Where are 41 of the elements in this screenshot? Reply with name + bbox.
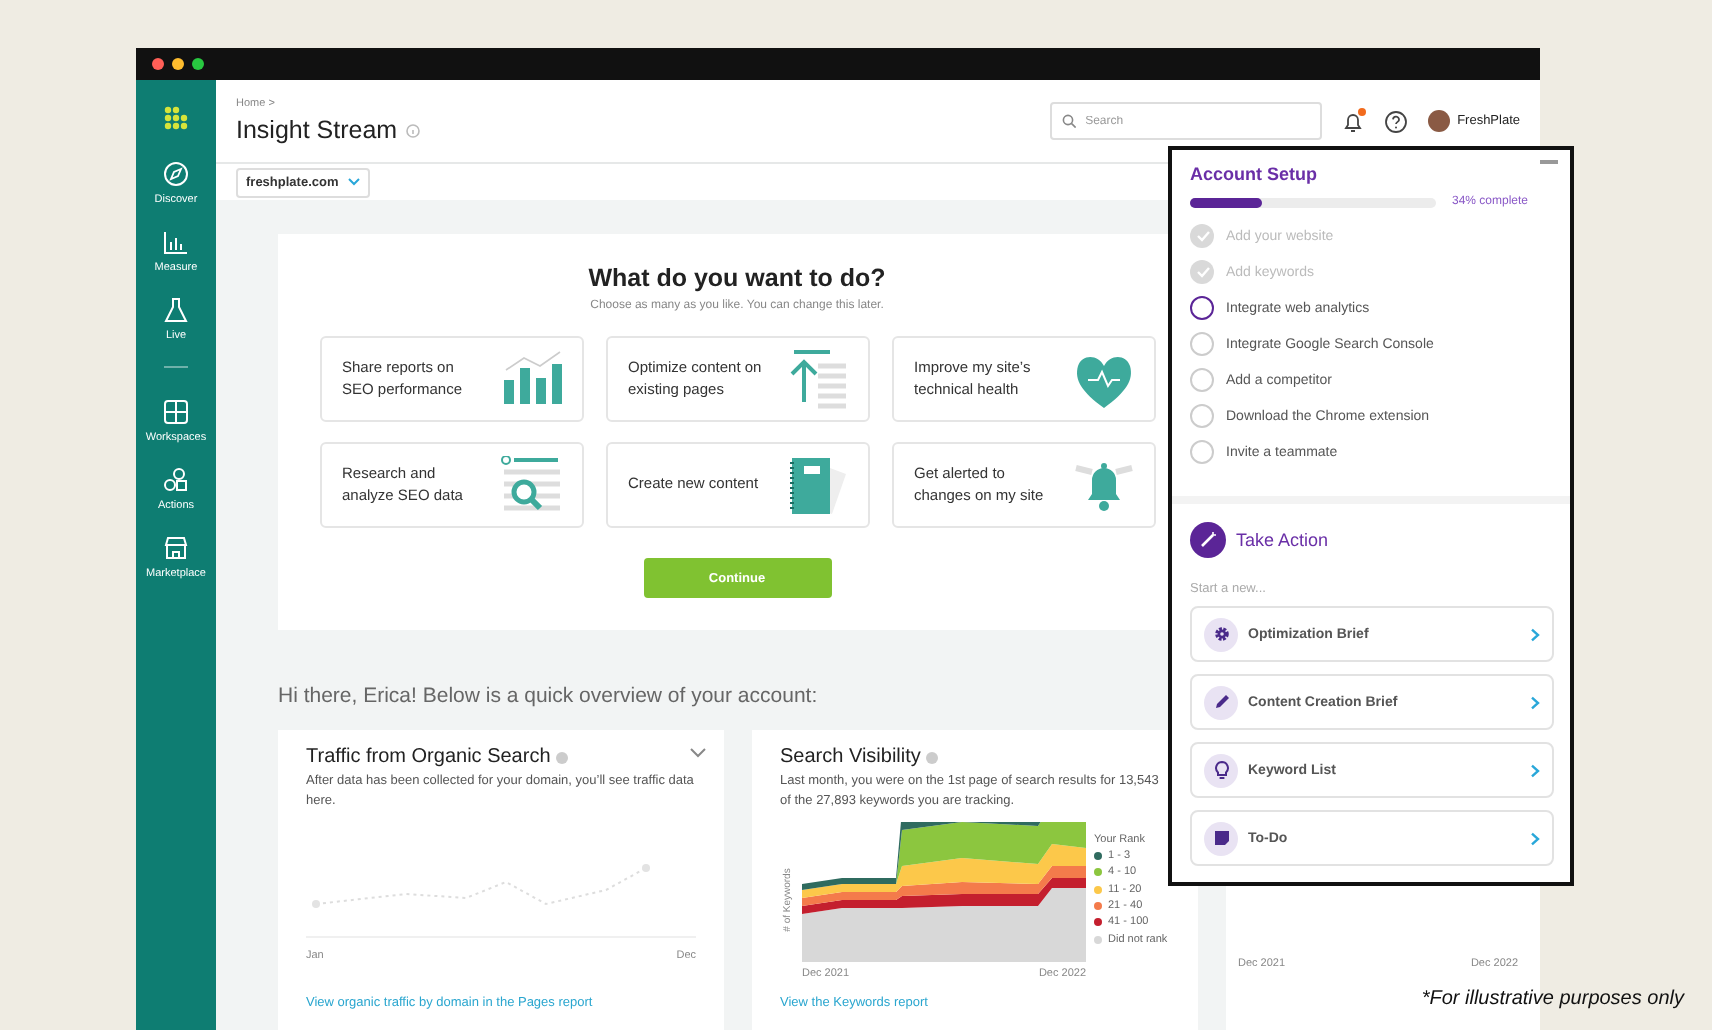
card-title: What do you want to do? [588, 264, 886, 292]
panel-title: Account Setup [1190, 164, 1320, 184]
footnote-text: *For illustrative purposes only [1421, 988, 1684, 1010]
bell-icon [1341, 109, 1364, 133]
avatar [1427, 110, 1450, 132]
chevron-right-icon [1530, 831, 1540, 845]
bar-chart-icon [500, 349, 564, 409]
magnifier-list-icon [500, 455, 564, 515]
chevron-right-icon [1530, 695, 1540, 709]
chevron-down-icon [348, 178, 361, 186]
bar-chart-icon [162, 228, 190, 256]
grid-icon [161, 398, 190, 426]
sticky-note-icon [1204, 821, 1238, 855]
close-button[interactable] [152, 58, 164, 70]
logo-icon [164, 106, 188, 130]
upload-list-icon [786, 349, 850, 409]
pencil-icon [1204, 685, 1238, 719]
info-icon [556, 751, 569, 763]
search-icon [1061, 114, 1076, 128]
maximize-button[interactable] [192, 58, 204, 70]
chevron-right-icon [1530, 763, 1540, 777]
minimize-button[interactable] [172, 58, 184, 70]
card-title: Search Visibility [780, 746, 921, 768]
flask-icon [162, 296, 190, 324]
shapes-icon [161, 466, 190, 494]
info-icon [405, 123, 420, 137]
help-icon[interactable] [1383, 109, 1408, 133]
card-title: Traffic from Organic Search [306, 746, 551, 768]
notification-button[interactable] [1341, 109, 1364, 133]
chevron-right-icon [1530, 627, 1540, 641]
page-title: Insight Stream [236, 116, 398, 144]
wand-icon [1190, 522, 1226, 558]
info-icon [926, 751, 939, 763]
storefront-icon [162, 534, 190, 562]
greeting-text: Hi there, Erica! Below is a quick overview of your account: [278, 684, 818, 708]
section-title: Take Action [1236, 530, 1329, 550]
compass-icon [162, 160, 190, 188]
chevron-down-icon[interactable] [690, 748, 706, 758]
lightbulb-icon [1204, 753, 1238, 787]
gear-icon [1204, 617, 1238, 651]
notebook-icon [786, 455, 850, 515]
